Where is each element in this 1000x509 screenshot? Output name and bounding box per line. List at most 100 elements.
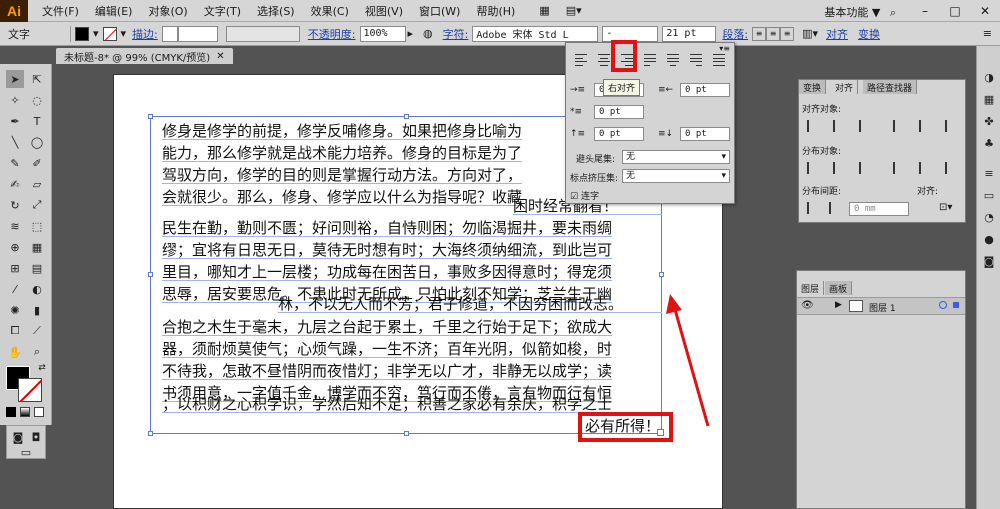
eyedropper-icon[interactable]: ⁄ — [6, 280, 24, 298]
chevron-down-icon[interactable]: ▾ — [93, 27, 99, 40]
font-family-select[interactable]: Adobe 宋体 Std L — [472, 25, 599, 42]
fill-swatch[interactable] — [75, 26, 89, 41]
text-grid-icon[interactable]: ▥▾ — [802, 27, 818, 40]
recolor-icon[interactable]: ◍ — [423, 27, 433, 40]
chevron-right-icon[interactable]: ▸ — [408, 27, 414, 40]
none-mode-icon[interactable] — [34, 407, 44, 417]
arrange-documents-icon[interactable]: ▤▾ — [566, 4, 582, 17]
free-transform-icon[interactable]: ⬚ — [28, 217, 46, 235]
brushes-panel-icon[interactable]: ✤ — [980, 112, 998, 130]
symbols-panel-icon[interactable]: ♣ — [980, 134, 998, 152]
align-right-edge-icon[interactable] — [859, 120, 871, 132]
justify-center-icon[interactable] — [666, 53, 680, 67]
menu-type[interactable]: 文字(T) — [196, 3, 249, 19]
align-v-center-icon[interactable] — [919, 120, 931, 132]
graphic-styles-icon[interactable]: ◙ — [980, 252, 998, 270]
zoom-tool-icon[interactable]: ⌕ — [28, 343, 46, 361]
selection-tool-icon[interactable]: ➤ — [6, 70, 24, 88]
stroke-weight-field[interactable] — [161, 25, 178, 42]
align-to-selection-icon[interactable]: ⊡▾ — [939, 202, 952, 213]
stroke-weight-dropdown[interactable] — [177, 25, 218, 42]
frame-handle[interactable] — [404, 431, 409, 436]
close-window-button[interactable]: ✕ — [970, 0, 1000, 22]
align-h-center-icon[interactable] — [833, 120, 845, 132]
align-center-icon[interactable]: ≡ — [766, 26, 781, 41]
distribute-v-center-icon[interactable] — [833, 162, 845, 174]
menu-window[interactable]: 窗口(W) — [411, 3, 468, 19]
line-tool-icon[interactable]: ╲ — [6, 133, 24, 151]
frame-handle[interactable] — [659, 272, 664, 277]
kinsoku-select[interactable]: 无 ▾ — [622, 150, 730, 164]
align-center-icon[interactable] — [597, 53, 611, 67]
pencil-icon[interactable]: ✐ — [28, 154, 46, 172]
menu-help[interactable]: 帮助(H) — [468, 3, 523, 19]
swap-colors-icon[interactable]: ⇄ — [36, 362, 48, 374]
stroke-swatch[interactable] — [102, 26, 117, 41]
opacity-input[interactable]: 100% — [359, 25, 406, 42]
stroke-link[interactable]: 描边: — [132, 26, 158, 42]
magic-wand-icon[interactable]: ✧ — [6, 91, 24, 109]
workspace-switcher[interactable]: 基本功能 ▼ ⌕ — [824, 4, 896, 20]
warp-tool-icon[interactable]: ≋ — [6, 217, 24, 235]
gradient-panel-icon[interactable]: ▭ — [980, 186, 998, 204]
tab-align[interactable]: 对齐 — [831, 80, 859, 94]
distribute-v-space-icon[interactable] — [807, 202, 819, 214]
frame-handle[interactable] — [148, 272, 153, 277]
tab-transform[interactable]: 变换 — [799, 80, 827, 94]
distribute-top-icon[interactable] — [807, 162, 819, 174]
lasso-icon[interactable]: ◌ — [28, 91, 46, 109]
align-left-icon[interactable] — [574, 53, 588, 67]
artboard-tool-icon[interactable]: ⧠ — [6, 322, 24, 340]
distribute-h-space-icon[interactable] — [829, 202, 841, 214]
type-tool-icon[interactable]: T — [28, 112, 46, 130]
graph-tool-icon[interactable]: ▮ — [28, 301, 46, 319]
screen-mode-icon[interactable]: ▭ — [17, 443, 35, 461]
frame-handle[interactable] — [148, 431, 153, 436]
spacing-field[interactable]: 0 mm — [849, 202, 909, 216]
symbol-sprayer-icon[interactable]: ✺ — [6, 301, 24, 319]
space-before-field[interactable]: 0 pt — [594, 127, 644, 141]
menu-view[interactable]: 视图(V) — [357, 3, 411, 19]
character-link[interactable]: 字符: — [443, 26, 469, 42]
selection-indicator[interactable] — [953, 302, 959, 308]
transform-link[interactable]: 变换 — [858, 26, 880, 42]
frame-handle[interactable] — [148, 114, 153, 119]
bridge-icon[interactable]: ▦ — [531, 4, 557, 17]
distribute-h-center-icon[interactable] — [919, 162, 931, 174]
align-top-edge-icon[interactable] — [893, 120, 905, 132]
direct-selection-tool-icon[interactable]: ⇱ — [28, 70, 46, 88]
panel-menu-icon[interactable]: ≡ — [983, 27, 992, 40]
eraser-icon[interactable]: ▱ — [28, 175, 46, 193]
align-link[interactable]: 对齐 — [826, 26, 848, 42]
opacity-link[interactable]: 不透明度: — [308, 26, 356, 42]
shape-builder-icon[interactable]: ⊕ — [6, 238, 24, 256]
stroke-color-box[interactable] — [18, 378, 42, 402]
swatches-panel-icon[interactable]: ▦ — [980, 90, 998, 108]
hyphenate-checkbox[interactable]: ☑ 连字 — [570, 189, 599, 202]
distribute-right-icon[interactable] — [945, 162, 957, 174]
ellipse-tool-icon[interactable]: ◯ — [28, 133, 46, 151]
align-right-icon[interactable]: ≡ — [780, 26, 795, 41]
menu-object[interactable]: 对象(O) — [140, 3, 195, 19]
layer-row[interactable]: 👁 ▶ 图层 1 — [797, 297, 965, 315]
color-panel-icon[interactable]: ◑ — [980, 68, 998, 86]
search-icon[interactable]: ⌕ — [890, 6, 896, 19]
appearance-panel-icon[interactable]: ● — [980, 230, 998, 248]
variable-width-dropdown[interactable] — [225, 25, 300, 42]
space-after-field[interactable]: 0 pt — [680, 127, 730, 141]
close-icon[interactable]: ✕ — [216, 51, 224, 62]
first-line-indent-field[interactable]: 0 pt — [594, 105, 644, 119]
panel-menu-icon[interactable]: ▾≡ — [719, 44, 730, 53]
justify-all-icon[interactable] — [712, 53, 726, 67]
font-size-field[interactable]: 21 pt — [662, 25, 717, 42]
slice-tool-icon[interactable]: ⟋ — [28, 322, 46, 340]
mojikumi-select[interactable]: 无 ▾ — [622, 169, 730, 183]
document-tab[interactable]: 未标题-8* @ 99% (CMYK/预览) ✕ — [56, 48, 233, 64]
chevron-down-icon[interactable]: ▾ — [121, 27, 127, 40]
right-indent-field[interactable]: 0 pt — [680, 83, 730, 97]
maximize-button[interactable]: □ — [940, 0, 970, 22]
tab-artboards[interactable]: 画板 — [825, 281, 853, 295]
menu-effect[interactable]: 效果(C) — [303, 3, 357, 19]
distribute-left-icon[interactable] — [893, 162, 905, 174]
expand-arrow-icon[interactable]: ▶ — [835, 300, 842, 310]
